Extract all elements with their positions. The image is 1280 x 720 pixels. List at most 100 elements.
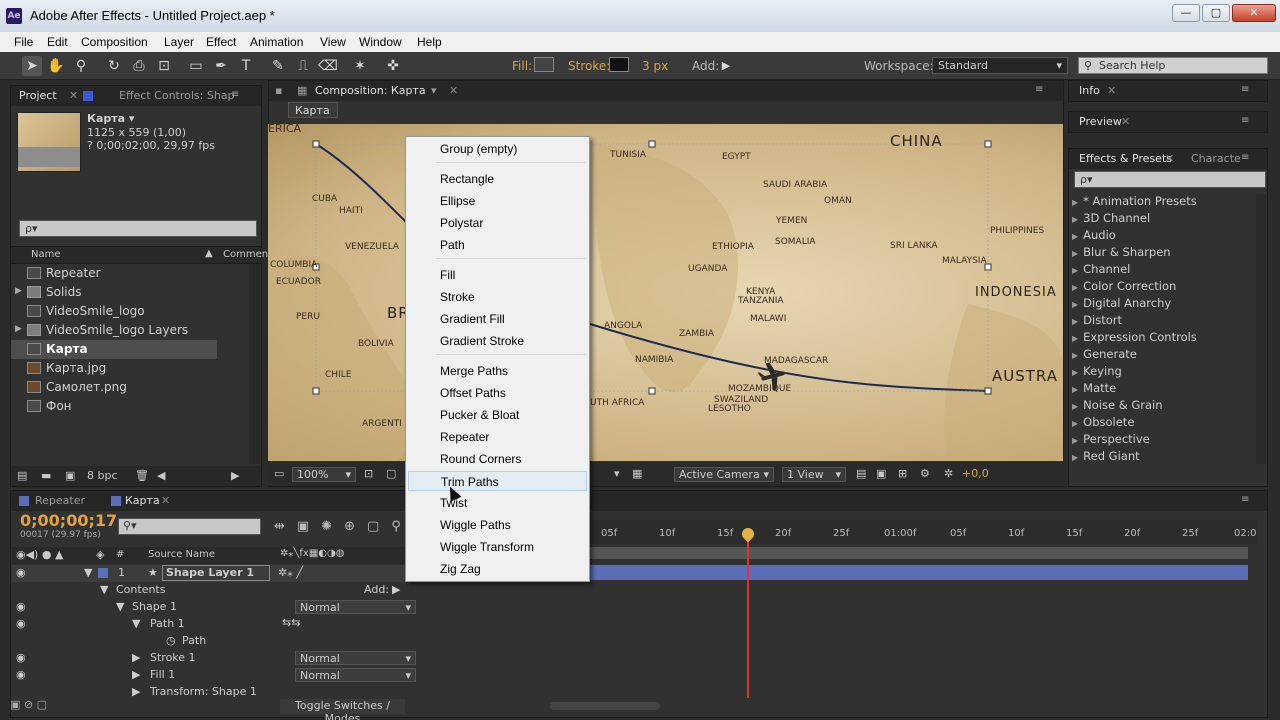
composition-viewer[interactable]: ERICA CHINA CUBA HAITI VENEZUELA COLUMBI…	[268, 124, 1063, 461]
panel-menu-icon[interactable]: ≡	[1035, 84, 1043, 95]
menu-item-stroke[interactable]: Stroke	[408, 287, 587, 307]
close-icon[interactable]: ✕	[449, 84, 458, 97]
close-icon[interactable]: ✕	[1121, 115, 1130, 128]
tab-preview[interactable]: Preview	[1079, 115, 1122, 128]
effects-category[interactable]: * Animation Presets	[1072, 194, 1197, 208]
menu-item-gradient-stroke[interactable]: Gradient Stroke	[408, 331, 587, 351]
chevron-right-icon[interactable]: ▶	[132, 685, 140, 698]
effects-category[interactable]: Expression Controls	[1072, 330, 1197, 344]
new-composition-icon[interactable]: ▣	[65, 469, 75, 482]
layer-property-row[interactable]: ◉ ▼ Path 1 ⇆⇆	[12, 616, 542, 633]
effects-category[interactable]: Red Giant	[1072, 449, 1139, 463]
tab-karta-timeline[interactable]: Карта	[125, 494, 160, 507]
panel-menu-icon[interactable]: ≡	[1241, 84, 1249, 95]
menu-item-offset-paths[interactable]: Offset Paths	[408, 383, 587, 403]
project-item[interactable]: VideoSmile_logo	[11, 302, 247, 321]
camera-tool-icon[interactable]: ⎙	[129, 56, 149, 76]
project-item[interactable]: Самолет.png	[11, 378, 247, 397]
menu-help[interactable]: Help	[417, 35, 442, 49]
new-folder-icon[interactable]: ▬	[41, 469, 51, 482]
eye-icon[interactable]: ◉	[16, 566, 26, 579]
menu-window[interactable]: Window	[359, 35, 402, 49]
menu-item-round-corners[interactable]: Round Corners	[408, 449, 587, 469]
chevron-down-icon[interactable]: ▾	[614, 467, 620, 480]
current-timecode[interactable]: 0;00;00;17	[20, 511, 117, 530]
layer-property-row[interactable]: ▶ Transform: Shape 1	[12, 684, 542, 701]
scroll-left-icon[interactable]: ◀	[157, 469, 165, 482]
tab-project[interactable]: Project	[19, 89, 57, 102]
effects-scrollbar[interactable]	[1256, 194, 1266, 464]
panel-menu-icon[interactable]: ≡	[1241, 152, 1249, 163]
menu-item-trim-paths[interactable]: Trim Paths	[408, 471, 587, 491]
panel-menu-icon[interactable]: ≡	[1241, 115, 1249, 126]
close-button[interactable]: ✕	[1232, 4, 1276, 22]
interpret-footage-icon[interactable]: ▤	[17, 469, 27, 482]
menu-item-rectangle[interactable]: Rectangle	[408, 169, 587, 189]
menu-item-fill[interactable]: Fill	[408, 265, 587, 285]
menu-animation[interactable]: Animation	[250, 35, 303, 49]
layer-property-row[interactable]: ◷ Path	[12, 633, 542, 650]
menu-effect[interactable]: Effect	[206, 35, 236, 49]
view-layout-select[interactable]: 1 View ▾	[782, 467, 846, 482]
tab-character[interactable]: Characte	[1191, 152, 1241, 165]
effects-category[interactable]: 3D Channel	[1072, 211, 1150, 225]
chevron-right-icon[interactable]: ▶	[132, 651, 140, 664]
project-item[interactable]: Карта.jpg	[11, 359, 247, 378]
layer-property-row[interactable]: ◉ ▶ Stroke 1 Normal ▾	[12, 650, 542, 667]
chevron-down-icon[interactable]: ▼	[116, 600, 124, 613]
toggle-transparency-icon[interactable]: ▢	[386, 467, 396, 480]
add-play-icon[interactable]: ▶	[716, 56, 736, 76]
stroke-swatch[interactable]	[609, 57, 629, 72]
blend-mode-select[interactable]: Normal ▾	[295, 651, 416, 665]
path-direction-icons[interactable]: ⇆⇆	[282, 616, 300, 629]
toggle-pixel-aspect-icon[interactable]: ▤	[856, 467, 866, 480]
composition-breadcrumb[interactable]: Карта	[288, 102, 338, 118]
close-icon[interactable]: ✕	[1107, 84, 1116, 97]
eye-icon[interactable]: ◉	[16, 668, 26, 681]
selection-tool-icon[interactable]: ➤	[22, 56, 42, 76]
pen-tool-icon[interactable]: ✒	[211, 56, 231, 76]
rotation-tool-icon[interactable]: ↻	[104, 56, 124, 76]
layer-switches-icons[interactable]: ✲⁎ ╱	[278, 566, 303, 579]
project-item-selected[interactable]: Карта	[11, 340, 217, 359]
project-search-input[interactable]: ρ▾	[19, 220, 257, 237]
always-preview-icon[interactable]: ▭	[274, 467, 284, 480]
layer-property-row[interactable]: ▼ Contents Add: ▶	[12, 582, 542, 599]
menu-item-wiggle-paths[interactable]: Wiggle Paths	[408, 515, 587, 535]
trash-icon[interactable]: 🗑	[135, 469, 149, 482]
label-color-swatch[interactable]	[98, 568, 108, 578]
reset-exposure-icon[interactable]: ✲	[944, 467, 953, 480]
search-help-input[interactable]: ⚲ Search Help	[1078, 57, 1268, 74]
comment-column-header[interactable]: Commen	[223, 249, 268, 260]
bpc-label[interactable]: 8 bpc	[87, 469, 118, 482]
camera-select[interactable]: Active Camera ▾	[674, 467, 774, 482]
panel-menu-icon[interactable]: ≡	[231, 89, 239, 100]
menu-item-polystar[interactable]: Polystar	[408, 213, 587, 233]
chevron-right-icon[interactable]: ▶	[132, 668, 140, 681]
effects-category[interactable]: Color Correction	[1072, 279, 1176, 293]
menu-file[interactable]: File	[14, 35, 33, 49]
roto-brush-tool-icon[interactable]: ✶	[350, 56, 370, 76]
minimize-button[interactable]: —	[1172, 4, 1200, 22]
tab-info[interactable]: Info	[1079, 84, 1100, 97]
tab-effect-controls[interactable]: Effect Controls: Shap	[119, 89, 235, 102]
effects-category[interactable]: Channel	[1072, 262, 1130, 276]
name-column-header[interactable]: Name	[31, 249, 61, 260]
puppet-pin-tool-icon[interactable]: ✜	[383, 56, 403, 76]
close-icon[interactable]: ✕	[161, 494, 170, 507]
rectangle-tool-icon[interactable]: ▭	[186, 56, 206, 76]
layer-name[interactable]: Shape Layer 1	[162, 565, 270, 581]
fill-swatch[interactable]	[534, 57, 554, 72]
blend-mode-select[interactable]: Normal ▾	[295, 600, 416, 614]
close-icon[interactable]: ✕	[1165, 152, 1174, 165]
layer-duration-bar[interactable]	[548, 565, 1248, 580]
project-scrollbar[interactable]	[249, 264, 261, 464]
layer-property-row[interactable]: ◉ ▶ Fill 1 Normal ▾	[12, 667, 542, 684]
chevron-down-icon[interactable]: ▼	[100, 583, 108, 596]
type-tool-icon[interactable]: T	[236, 56, 256, 76]
effects-category[interactable]: Generate	[1072, 347, 1137, 361]
menu-item-ellipse[interactable]: Ellipse	[408, 191, 587, 211]
menu-item-group-empty[interactable]: Group (empty)	[408, 139, 587, 159]
flowchart-icon[interactable]: ⚙	[920, 467, 930, 480]
timeline-search-input[interactable]: ⚲▾	[118, 518, 261, 535]
